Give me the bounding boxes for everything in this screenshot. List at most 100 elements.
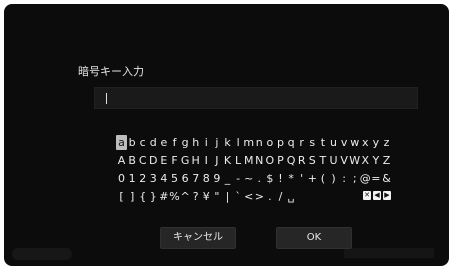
keyboard-key[interactable]: B xyxy=(127,153,138,168)
keyboard-key[interactable]: D xyxy=(148,153,159,168)
encryption-key-input[interactable] xyxy=(94,87,418,109)
keyboard-key[interactable]: < xyxy=(243,189,254,204)
keyboard-key[interactable]: P xyxy=(275,153,286,168)
keyboard-key[interactable]: ; xyxy=(349,171,360,186)
keyboard-key[interactable]: 0 xyxy=(116,171,127,186)
keyboard-key[interactable]: C xyxy=(137,153,148,168)
keyboard-key[interactable]: & xyxy=(381,171,392,186)
keyboard-key[interactable]: " xyxy=(211,189,222,204)
keyboard-key[interactable]: ! xyxy=(275,171,286,186)
keyboard-key[interactable]: r xyxy=(296,135,307,150)
keyboard-key[interactable]: x xyxy=(360,135,371,150)
keyboard-key[interactable]: $ xyxy=(264,171,275,186)
keyboard-key[interactable]: | xyxy=(222,189,233,204)
keyboard-key[interactable]: . xyxy=(264,189,275,204)
keyboard-key[interactable]: } xyxy=(148,189,159,204)
keyboard-key[interactable]: . xyxy=(254,171,265,186)
keyboard-key[interactable]: z xyxy=(381,135,392,150)
keyboard-key[interactable]: @ xyxy=(360,171,371,186)
keyboard-key[interactable]: 8 xyxy=(201,171,212,186)
keyboard-key[interactable]: 1 xyxy=(127,171,138,186)
keyboard-key[interactable]: ' xyxy=(296,171,307,186)
keyboard-key[interactable]: g xyxy=(180,135,191,150)
keyboard-key[interactable]: p xyxy=(275,135,286,150)
delete-icon[interactable]: ✕ xyxy=(363,191,371,200)
keyboard-key[interactable]: n xyxy=(254,135,265,150)
keyboard-key[interactable]: F xyxy=(169,153,180,168)
keyboard-key[interactable]: / xyxy=(275,189,286,204)
keyboard-key[interactable]: J xyxy=(211,153,222,168)
keyboard-key[interactable]: V xyxy=(339,153,350,168)
keyboard-key[interactable]: ] xyxy=(127,189,138,204)
arrow-right-icon[interactable]: ▶ xyxy=(383,191,391,200)
keyboard-key[interactable]: 5 xyxy=(169,171,180,186)
keyboard-key[interactable]: b xyxy=(127,135,138,150)
keyboard-key[interactable]: ` xyxy=(233,189,244,204)
keyboard-key[interactable]: o xyxy=(264,135,275,150)
ok-button[interactable]: OK xyxy=(276,227,352,249)
keyboard-key[interactable]: 4 xyxy=(158,171,169,186)
keyboard-key[interactable]: Q xyxy=(286,153,297,168)
keyboard-key[interactable]: ^ xyxy=(180,189,191,204)
keyboard-key[interactable]: % xyxy=(169,189,180,204)
keyboard-key[interactable]: R xyxy=(296,153,307,168)
keyboard-key[interactable]: { xyxy=(137,189,148,204)
keyboard-key[interactable]: 7 xyxy=(190,171,201,186)
keyboard-key[interactable]: I xyxy=(201,153,212,168)
keyboard-key[interactable]: ␣ xyxy=(286,189,297,204)
keyboard-key[interactable]: s xyxy=(307,135,318,150)
keyboard-key[interactable]: W xyxy=(349,153,360,168)
keyboard-key[interactable]: ¥ xyxy=(201,189,212,204)
keyboard-key[interactable]: 3 xyxy=(148,171,159,186)
keyboard-key[interactable]: O xyxy=(264,153,275,168)
keyboard-key[interactable]: G xyxy=(180,153,191,168)
keyboard-key[interactable]: X xyxy=(360,153,371,168)
keyboard-key[interactable]: ? xyxy=(190,189,201,204)
keyboard-key[interactable]: w xyxy=(349,135,360,150)
keyboard-key[interactable]: ) xyxy=(328,171,339,186)
keyboard-key[interactable]: j xyxy=(211,135,222,150)
keyboard-key[interactable]: y xyxy=(370,135,381,150)
keyboard-key[interactable]: ( xyxy=(317,171,328,186)
keyboard-key[interactable]: = xyxy=(370,171,381,186)
keyboard-key[interactable]: T xyxy=(317,153,328,168)
keyboard-key[interactable]: v xyxy=(339,135,350,150)
keyboard-key[interactable]: - xyxy=(233,171,244,186)
keyboard-key[interactable]: a xyxy=(116,135,127,150)
keyboard-key[interactable]: h xyxy=(190,135,201,150)
keyboard-key[interactable]: N xyxy=(254,153,265,168)
keyboard-key[interactable]: M xyxy=(243,153,254,168)
keyboard-key[interactable]: : xyxy=(339,171,350,186)
keyboard-key[interactable]: A xyxy=(116,153,127,168)
keyboard-key[interactable]: 9 xyxy=(211,171,222,186)
keyboard-key[interactable]: q xyxy=(286,135,297,150)
keyboard-key[interactable]: K xyxy=(222,153,233,168)
keyboard-key[interactable]: [ xyxy=(116,189,127,204)
keyboard-key[interactable]: t xyxy=(317,135,328,150)
keyboard-key[interactable]: k xyxy=(222,135,233,150)
keyboard-key[interactable]: * xyxy=(286,171,297,186)
keyboard-key[interactable]: 2 xyxy=(137,171,148,186)
keyboard-key[interactable]: e xyxy=(158,135,169,150)
keyboard-key[interactable]: ~ xyxy=(243,171,254,186)
keyboard-key[interactable]: i xyxy=(201,135,212,150)
arrow-left-icon[interactable]: ◀ xyxy=(373,191,381,200)
keyboard-key[interactable]: Z xyxy=(381,153,392,168)
keyboard-key[interactable]: u xyxy=(328,135,339,150)
keyboard-key[interactable]: f xyxy=(169,135,180,150)
keyboard-key[interactable]: S xyxy=(307,153,318,168)
keyboard-key[interactable]: Y xyxy=(370,153,381,168)
keyboard-key[interactable]: 6 xyxy=(180,171,191,186)
keyboard-key[interactable]: L xyxy=(233,153,244,168)
keyboard-key[interactable]: c xyxy=(137,135,148,150)
cancel-button[interactable]: キャンセル xyxy=(160,227,236,249)
keyboard-key[interactable]: l xyxy=(233,135,244,150)
keyboard-key[interactable]: d xyxy=(148,135,159,150)
keyboard-key[interactable]: H xyxy=(190,153,201,168)
keyboard-key[interactable]: E xyxy=(158,153,169,168)
keyboard-key[interactable]: U xyxy=(328,153,339,168)
keyboard-key[interactable]: > xyxy=(254,189,265,204)
keyboard-key[interactable]: m xyxy=(243,135,254,150)
keyboard-key[interactable]: + xyxy=(307,171,318,186)
keyboard-key[interactable]: _ xyxy=(222,171,233,186)
